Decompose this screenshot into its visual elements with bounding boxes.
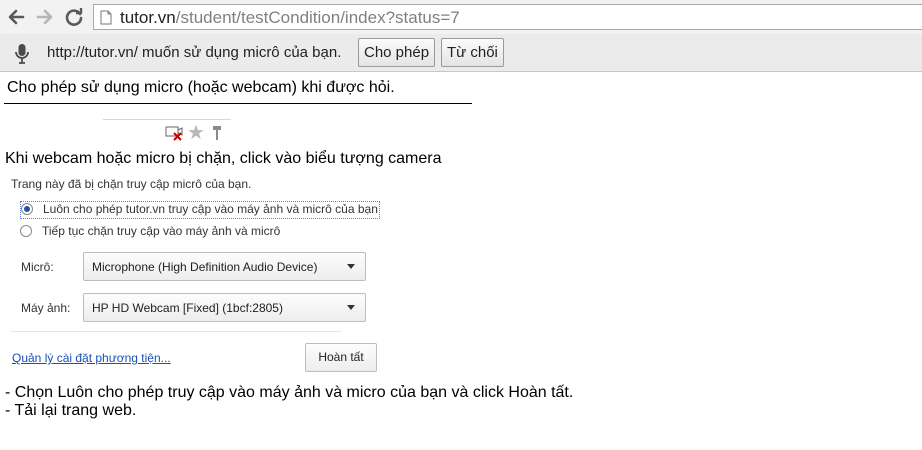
star-icon: ★ xyxy=(187,122,205,144)
media-settings-popup: Trang này đã bị chặn truy cập micrô của … xyxy=(3,170,383,380)
page-icon xyxy=(100,10,112,25)
mic-select[interactable]: Microphone (High Definition Audio Device… xyxy=(83,252,366,281)
divider xyxy=(4,103,472,104)
done-button[interactable]: Hoàn tất xyxy=(305,343,377,372)
reload-icon xyxy=(65,8,83,26)
microphone-icon xyxy=(15,44,29,64)
forward-button[interactable] xyxy=(34,6,56,28)
blocked-camera-icon xyxy=(165,126,183,141)
back-button[interactable] xyxy=(5,6,27,28)
camera-label: Máy ảnh: xyxy=(21,301,71,315)
instruction-choose-allow: - Chọn Luôn cho phép truy cập vào máy ản… xyxy=(5,384,574,401)
popup-title: Trang này đã bị chặn truy cập micrô của … xyxy=(11,177,252,191)
instruction-reload: - Tải lại trang web. xyxy=(5,402,137,419)
reload-button[interactable] xyxy=(63,6,85,28)
back-icon xyxy=(8,9,25,25)
manage-media-settings-link[interactable]: Quản lý cài đặt phương tiện... xyxy=(12,351,171,365)
instruction-allow-media: Cho phép sử dụng micro (hoặc webcam) khi… xyxy=(7,79,395,96)
media-permission-infobar: http://tutor.vn/ muốn sử dụng micrô của … xyxy=(0,34,922,72)
option-keep-blocking-label: Tiếp tục chặn truy cập vào máy ảnh và mi… xyxy=(42,224,281,238)
omnibox-icons-screenshot: ★ xyxy=(103,119,231,146)
camera-select[interactable]: HP HD Webcam [Fixed] (1bcf:2805) xyxy=(83,293,366,322)
mic-select-value: Microphone (High Definition Audio Device… xyxy=(92,260,318,274)
radio-keep-blocking[interactable] xyxy=(20,225,32,237)
chevron-down-icon xyxy=(347,305,355,310)
forward-icon xyxy=(36,9,53,25)
deny-button[interactable]: Từ chối xyxy=(441,38,504,67)
address-bar[interactable]: tutor.vn/student/testCondition/index?sta… xyxy=(93,4,922,30)
allow-button[interactable]: Cho phép xyxy=(358,38,436,67)
infobar-message: http://tutor.vn/ muốn sử dụng micrô của … xyxy=(47,44,342,61)
option-always-allow[interactable]: Luôn cho phép tutor.vn truy cập vào máy … xyxy=(20,201,380,219)
option-always-allow-label: Luôn cho phép tutor.vn truy cập vào máy … xyxy=(43,202,378,216)
radio-always-allow[interactable] xyxy=(21,203,33,215)
url-host: tutor.vn xyxy=(120,8,176,27)
browser-toolbar: tutor.vn/student/testCondition/index?sta… xyxy=(0,0,922,34)
camera-select-value: HP HD Webcam [Fixed] (1bcf:2805) xyxy=(92,301,283,315)
wrench-icon xyxy=(213,126,221,140)
mic-label: Micrô: xyxy=(21,260,54,274)
chevron-down-icon xyxy=(347,264,355,269)
instruction-click-camera: Khi webcam hoặc micro bị chặn, click vào… xyxy=(5,150,442,167)
popup-separator xyxy=(11,331,341,332)
url-text: tutor.vn/student/testCondition/index?sta… xyxy=(120,8,460,28)
url-path: /student/testCondition/index?status=7 xyxy=(175,8,460,27)
